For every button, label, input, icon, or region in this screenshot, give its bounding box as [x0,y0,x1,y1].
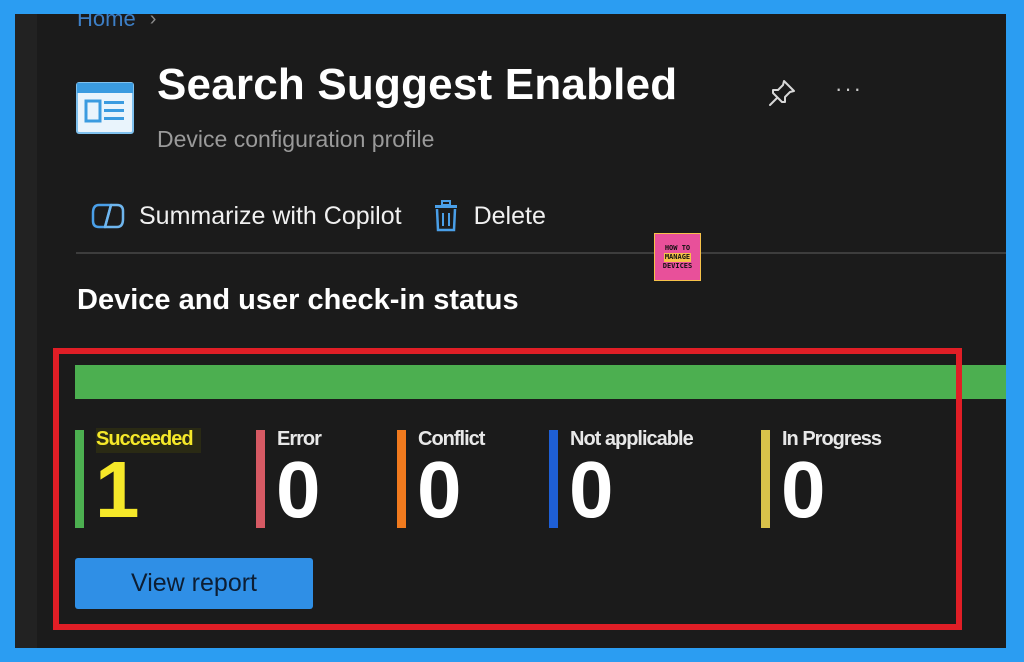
status-indicator-succeeded [75,430,84,528]
page-title: Search Suggest Enabled [157,60,678,109]
breadcrumb-home-link[interactable]: Home [77,14,136,32]
profile-document-icon [76,82,134,134]
toolbar-divider [76,252,1006,254]
page-subtitle: Device configuration profile [157,126,435,152]
status-count-conflict: 0 [417,445,462,534]
summarize-with-copilot-label: Summarize with Copilot [139,201,402,230]
chevron-right-icon: › [149,14,157,30]
status-count-not-applicable: 0 [569,445,614,534]
status-indicator-in-progress [761,430,770,528]
delete-button[interactable]: Delete [432,200,546,232]
command-bar: Summarize with Copilot Delete [91,200,546,232]
delete-label: Delete [473,201,546,230]
logo-line-2: MANAGE [663,252,692,262]
logo-line-3: DEVICES [662,261,693,270]
view-report-button[interactable]: View report [75,558,313,609]
status-indicator-error [256,430,265,528]
status-indicator-not-applicable [549,430,558,528]
checkin-status-bar [75,365,1006,399]
summarize-with-copilot-button[interactable]: Summarize with Copilot [91,201,402,231]
logo-line-1: HOW TO [664,243,691,252]
pin-icon[interactable] [767,78,797,108]
trash-icon [434,200,457,232]
status-indicator-conflict [397,430,406,528]
checkin-status-heading: Device and user check-in status [77,284,519,316]
status-count-in-progress: 0 [781,445,826,534]
status-count-succeeded: 1 [95,445,140,534]
blade-panel: Home › Search Suggest Enabled ··· Device… [15,14,1006,648]
how-to-manage-devices-logo: HOW TO MANAGE DEVICES [654,233,701,281]
status-count-error: 0 [276,445,321,534]
more-options-icon[interactable]: ··· [835,76,863,102]
breadcrumb: Home › [77,14,156,32]
copilot-icon [91,203,125,229]
left-nav-strip [15,14,37,648]
